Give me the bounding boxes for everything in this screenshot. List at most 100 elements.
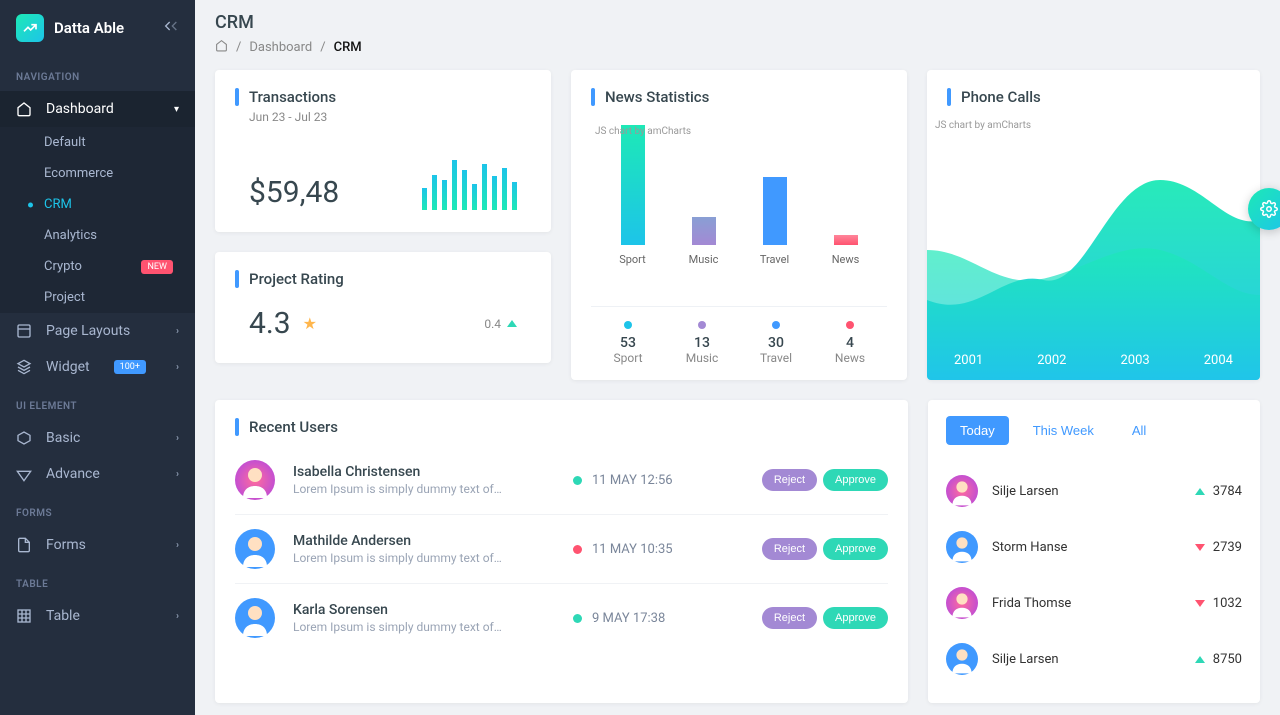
- sidebar-item-default[interactable]: Default: [0, 127, 195, 158]
- user-timestamp: 11 MAY 10:35: [573, 542, 733, 557]
- news-stat-music: 13 Music: [665, 307, 739, 379]
- nav-advance[interactable]: Advance›: [0, 456, 195, 492]
- tab-today[interactable]: Today: [946, 416, 1009, 445]
- page-title: CRM: [215, 12, 1260, 33]
- sidebar: Datta Able NAVIGATION Dashboard ▾ Defaul…: [0, 0, 195, 715]
- approve-button[interactable]: Approve: [823, 469, 888, 491]
- chevron-down-icon: ▾: [174, 104, 179, 115]
- avatar[interactable]: [235, 598, 275, 638]
- news-stats-row: 53 Sport 13 Music 30 Travel 4 News: [591, 306, 887, 379]
- approve-button[interactable]: Approve: [823, 538, 888, 560]
- dashboard-subitems: Default Ecommerce CRM Analytics Crypto N…: [0, 127, 195, 313]
- trans-amount: $59,48: [249, 175, 339, 210]
- card-project-rating: Project Rating 4.3 ★ 0.4: [215, 252, 551, 363]
- news-bar-news: News: [816, 235, 876, 266]
- sidebar-item-project[interactable]: Project: [0, 282, 195, 313]
- nav-dashboard[interactable]: Dashboard ▾: [0, 91, 195, 127]
- caret-up-icon: [507, 320, 517, 327]
- status-dot-icon: [573, 545, 582, 554]
- star-icon: ★: [303, 314, 317, 333]
- avatar[interactable]: [235, 529, 275, 569]
- sidebar-collapse-icon[interactable]: [163, 18, 179, 38]
- news-bars: Sport Music Travel News: [591, 126, 887, 266]
- main-content: CRM / Dashboard / CRM Transactions Jun 2…: [195, 0, 1280, 715]
- user-name: Storm Hanse: [992, 540, 1181, 555]
- news-bar-sport: Sport: [603, 125, 663, 266]
- gitlab-icon: [16, 466, 34, 482]
- avatar[interactable]: [946, 475, 978, 507]
- home-icon[interactable]: [215, 39, 228, 56]
- nav-section-navigation: NAVIGATION: [0, 56, 195, 91]
- card-title: Project Rating: [235, 270, 531, 288]
- card-transactions: Transactions Jun 23 - Jul 23 $59,48: [215, 70, 551, 232]
- news-bar-music: Music: [674, 217, 734, 266]
- card-recent-users: Recent Users Isabella Christensen Lorem …: [215, 400, 908, 703]
- chevron-right-icon: ›: [176, 469, 179, 480]
- sidebar-item-ecommerce[interactable]: Ecommerce: [0, 158, 195, 189]
- layout-icon: [16, 323, 34, 339]
- chart-credit[interactable]: JS chart by amCharts: [935, 120, 1031, 131]
- nav-table[interactable]: Table›: [0, 598, 195, 634]
- avatar[interactable]: [235, 460, 275, 500]
- brand-logo[interactable]: [16, 14, 44, 42]
- nav-forms[interactable]: Forms›: [0, 527, 195, 563]
- approve-button[interactable]: Approve: [823, 607, 888, 629]
- chart-credit[interactable]: JS chart by amCharts: [595, 126, 691, 137]
- news-stat-sport: 53 Sport: [591, 307, 665, 379]
- card-phone-calls: Phone Calls JS chart by amCharts 2001200…: [927, 70, 1260, 380]
- list-item: Silje Larsen 8750: [946, 631, 1242, 687]
- news-stat-travel: 30 Travel: [739, 307, 813, 379]
- status-dot-icon: [573, 476, 582, 485]
- tab-all[interactable]: All: [1118, 416, 1160, 445]
- trans-subtitle: Jun 23 - Jul 23: [249, 110, 531, 124]
- brand-name: Datta Able: [54, 19, 163, 37]
- project-rating-value: 4.3 ★: [249, 306, 317, 341]
- user-name: Frida Thomse: [992, 596, 1181, 611]
- avatar[interactable]: [946, 587, 978, 619]
- breadcrumb: / Dashboard / CRM: [215, 39, 1260, 56]
- sidebar-item-crm[interactable]: CRM: [0, 189, 195, 220]
- nav-page-layouts[interactable]: Page Layouts ›: [0, 313, 195, 349]
- nav-section-table: TABLE: [0, 563, 195, 598]
- reject-button[interactable]: Reject: [762, 607, 817, 629]
- file-icon: [16, 537, 34, 553]
- breadcrumb-dashboard[interactable]: Dashboard: [249, 40, 312, 55]
- brand-header: Datta Able: [0, 0, 195, 56]
- user-desc: Lorem Ipsum is simply dummy text of…: [293, 551, 573, 565]
- user-name: Silje Larsen: [992, 652, 1181, 667]
- caret-up-icon: [1195, 488, 1205, 495]
- user-name: Silje Larsen: [992, 484, 1181, 499]
- user-score: 3784: [1213, 484, 1242, 499]
- user-score: 8750: [1213, 652, 1242, 667]
- user-name: Mathilde Andersen: [293, 533, 573, 549]
- user-timestamp: 9 MAY 17:38: [573, 611, 733, 626]
- layers-icon: [16, 359, 34, 375]
- nav-basic[interactable]: Basic›: [0, 420, 195, 456]
- reject-button[interactable]: Reject: [762, 469, 817, 491]
- sidebar-item-crypto[interactable]: Crypto NEW: [0, 251, 195, 282]
- badge-100: 100+: [114, 360, 146, 374]
- user-timestamp: 11 MAY 12:56: [573, 473, 733, 488]
- chevron-right-icon: ›: [176, 540, 179, 551]
- table-row: Isabella Christensen Lorem Ipsum is simp…: [235, 446, 888, 514]
- table-row: Karla Sorensen Lorem Ipsum is simply dum…: [235, 583, 888, 652]
- avatar[interactable]: [946, 531, 978, 563]
- list-item: Silje Larsen 3784: [946, 463, 1242, 519]
- caret-up-icon: [1195, 656, 1205, 663]
- box-icon: [16, 430, 34, 446]
- trans-sparkline: [422, 154, 517, 210]
- chevron-right-icon: ›: [176, 433, 179, 444]
- phone-years: 2001200220032004: [927, 353, 1260, 368]
- caret-down-icon: [1195, 544, 1205, 551]
- chevron-right-icon: ›: [176, 362, 179, 373]
- sidebar-item-analytics[interactable]: Analytics: [0, 220, 195, 251]
- table-icon: [16, 608, 34, 624]
- tab-this-week[interactable]: This Week: [1019, 416, 1108, 445]
- chevron-right-icon: ›: [176, 326, 179, 337]
- card-title: Transactions: [235, 88, 531, 106]
- nav-widget[interactable]: Widget 100+ ›: [0, 349, 195, 385]
- card-leaderboard: Today This Week All Silje Larsen 3784 St…: [928, 400, 1260, 703]
- reject-button[interactable]: Reject: [762, 538, 817, 560]
- list-item: Storm Hanse 2739: [946, 519, 1242, 575]
- avatar[interactable]: [946, 643, 978, 675]
